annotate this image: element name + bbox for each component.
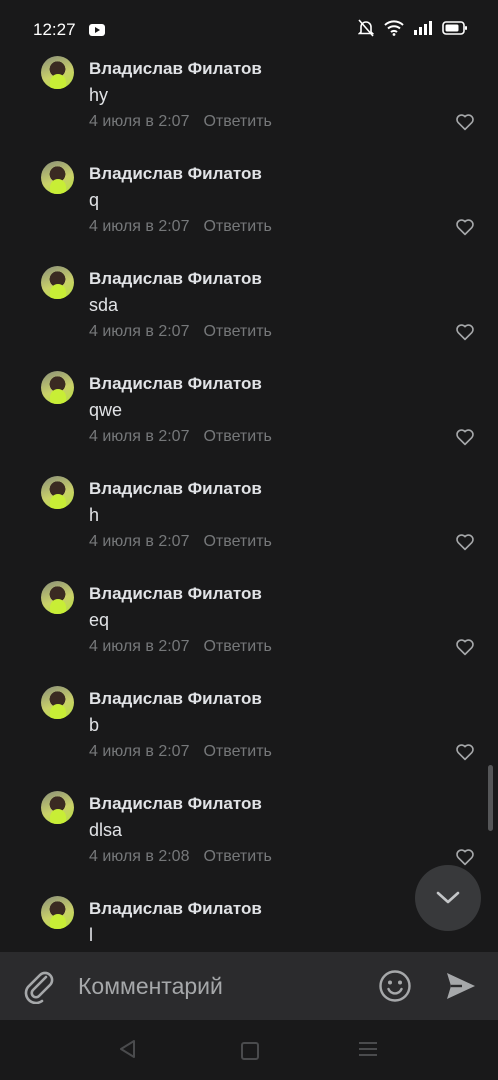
status-time: 12:27 — [33, 20, 76, 39]
comment-item: Владислав Филатов hy 4 июля в 2:07 Ответи… — [0, 56, 498, 161]
comment-date: 4 июля в 2:07 — [89, 428, 190, 445]
comment-meta: 4 июля в 2:07 Ответить — [89, 428, 272, 446]
comment-text: l — [89, 925, 93, 945]
comment-meta: 4 июля в 2:07 Ответить — [89, 533, 272, 551]
avatar[interactable] — [41, 686, 74, 719]
reply-button[interactable]: Ответить — [203, 218, 271, 235]
comment-text: eq — [89, 610, 110, 630]
reply-button[interactable]: Ответить — [203, 113, 271, 130]
comment-item: Владислав Филатов eq 4 июля в 2:07 Ответи… — [0, 581, 498, 686]
status-bar: 12:27 — [0, 0, 498, 60]
reply-button[interactable]: Ответить — [203, 638, 271, 655]
comment-item: Владислав Филатов q 4 июля в 2:07 Ответит… — [0, 161, 498, 266]
comment-author[interactable]: Владислав Филатов — [89, 689, 262, 709]
avatar[interactable] — [41, 56, 74, 89]
heart-outline-icon[interactable] — [455, 533, 475, 551]
comment-author[interactable]: Владислав Филатов — [89, 584, 262, 604]
comment-text: dlsa — [89, 820, 123, 840]
heart-outline-icon[interactable] — [455, 743, 475, 761]
nav-back-icon[interactable] — [118, 1039, 138, 1059]
avatar[interactable] — [41, 791, 74, 824]
comment-input[interactable] — [78, 970, 358, 1002]
avatar[interactable] — [41, 476, 74, 509]
comment-feed[interactable]: Владислав Филатов hy 4 июля в 2:07 Ответи… — [0, 56, 498, 952]
comment-date: 4 июля в 2:07 — [89, 323, 190, 340]
scroll-down-button[interactable] — [415, 865, 481, 931]
reply-button[interactable]: Ответить — [203, 533, 271, 550]
comment-author[interactable]: Владислав Филатов — [89, 899, 262, 919]
comment-item: Владислав Филатов qwe 4 июля в 2:07 Ответ… — [0, 371, 498, 476]
comment-date: 4 июля в 2:07 — [89, 533, 190, 550]
comment-meta: 4 июля в 2:08 Ответить — [89, 848, 272, 866]
comment-item: Владислав Филатов b 4 июля в 2:07 Ответит… — [0, 686, 498, 791]
comment-date: 4 июля в 2:07 — [89, 218, 190, 235]
comment-meta: 4 июля в 2:07 Ответить — [89, 113, 272, 131]
reply-button[interactable]: Ответить — [203, 743, 271, 760]
comment-text: h — [89, 505, 100, 525]
status-icons — [358, 19, 468, 37]
comment-item: Владислав Филатов sda 4 июля в 2:07 Ответ… — [0, 266, 498, 371]
wifi-icon — [384, 20, 404, 36]
nav-recents-icon[interactable] — [359, 1042, 377, 1060]
smile-icon[interactable] — [378, 969, 412, 1003]
comment-author[interactable]: Владислав Филатов — [89, 164, 262, 184]
reply-button[interactable]: Ответить — [203, 323, 271, 340]
comment-date: 4 июля в 2:08 — [89, 848, 190, 865]
nav-home-icon[interactable] — [241, 1042, 259, 1060]
comment-meta: 4 июля в 2:07 Ответить — [89, 638, 272, 656]
comment-meta: 4 июля в 2:07 Ответить — [89, 218, 272, 236]
youtube-notification-icon — [89, 24, 105, 36]
comment-author[interactable]: Владислав Филатов — [89, 794, 262, 814]
comment-author[interactable]: Владислав Филатов — [89, 479, 262, 499]
battery-icon — [442, 21, 467, 35]
heart-outline-icon[interactable] — [455, 323, 475, 341]
comment-text: qwe — [89, 400, 123, 420]
chevron-down-icon — [436, 891, 460, 904]
signal-icon — [414, 21, 432, 35]
avatar[interactable] — [41, 371, 74, 404]
comment-author[interactable]: Владислав Филатов — [89, 59, 262, 79]
comment-date: 4 июля в 2:07 — [89, 743, 190, 760]
reply-button[interactable]: Ответить — [203, 848, 271, 865]
avatar[interactable] — [41, 161, 74, 194]
heart-outline-icon[interactable] — [455, 638, 475, 656]
avatar[interactable] — [41, 896, 74, 929]
comment-text: hy — [89, 85, 109, 105]
avatar[interactable] — [41, 266, 74, 299]
reply-button[interactable]: Ответить — [203, 428, 271, 445]
comment-text: q — [89, 190, 100, 210]
scrollbar[interactable] — [488, 765, 493, 831]
comment-author[interactable]: Владислав Филатов — [89, 374, 262, 394]
avatar[interactable] — [41, 581, 74, 614]
comment-item: Владислав Филатов h 4 июля в 2:07 Ответит… — [0, 476, 498, 581]
comment-composer — [0, 952, 498, 1020]
send-icon[interactable] — [444, 969, 478, 1003]
heart-outline-icon[interactable] — [455, 113, 475, 131]
comment-date: 4 июля в 2:07 — [89, 113, 190, 130]
heart-outline-icon[interactable] — [455, 218, 475, 236]
comment-meta: 4 июля в 2:07 Ответить — [89, 743, 272, 761]
heart-outline-icon[interactable] — [455, 428, 475, 446]
comment-author[interactable]: Владислав Филатов — [89, 269, 262, 289]
comment-text: sda — [89, 295, 119, 315]
comment-meta: 4 июля в 2:07 Ответить — [89, 323, 272, 341]
comment-date: 4 июля в 2:07 — [89, 638, 190, 655]
paperclip-icon[interactable] — [22, 968, 56, 1004]
bell-muted-icon — [358, 19, 374, 37]
comment-text: b — [89, 715, 100, 735]
heart-outline-icon[interactable] — [455, 848, 475, 866]
